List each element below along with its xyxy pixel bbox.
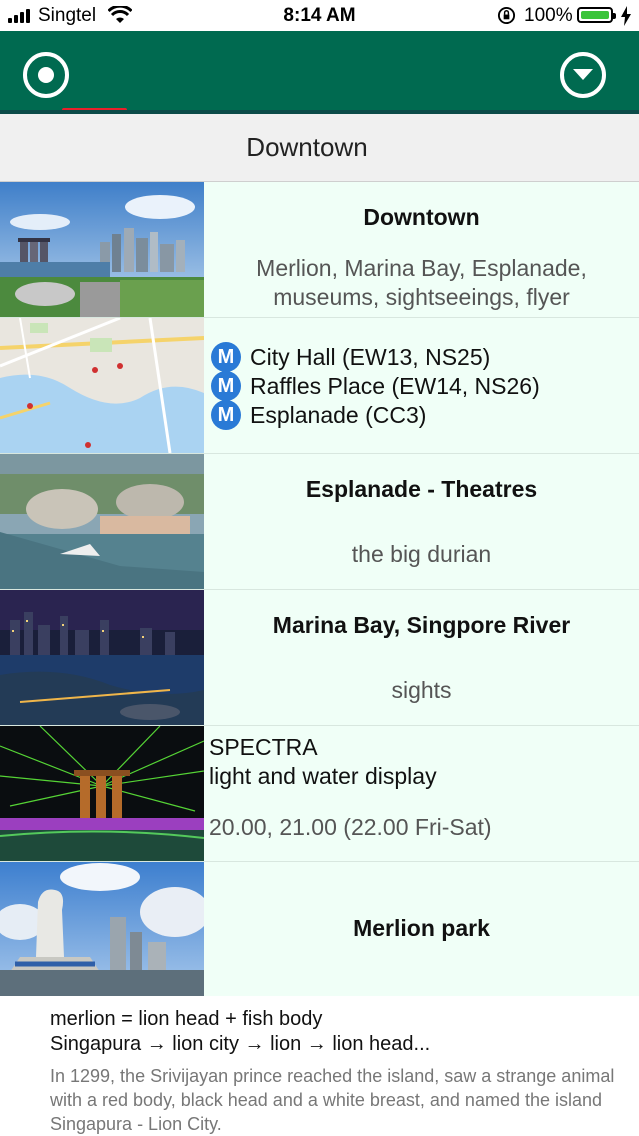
item-title: Merlion park xyxy=(353,915,490,941)
nav-bar xyxy=(0,31,639,114)
item-subtitle: the big durian xyxy=(351,541,492,567)
item-subtitle-line2: museums, sightseeings, flyer xyxy=(273,284,570,310)
item-subtitle: sights xyxy=(391,677,452,703)
list-item-esplanade[interactable]: Esplanade - Theatres the big durian xyxy=(0,454,639,590)
downtown-skyline-photo xyxy=(0,182,204,317)
metro-station-city-hall: M City Hall (EW13, NS25) xyxy=(211,342,490,372)
status-bar: Singtel 8:14 AM 100% xyxy=(0,0,639,31)
metro-icon: M xyxy=(211,400,241,430)
battery-icon xyxy=(577,7,616,23)
list-item-merlion-park[interactable]: Merlion park xyxy=(0,862,639,998)
dropdown-circle-icon[interactable] xyxy=(560,52,606,98)
location-target-icon[interactable] xyxy=(23,52,69,98)
item-title: Esplanade - Theatres xyxy=(305,476,538,502)
charging-bolt-icon xyxy=(621,6,631,26)
description-line2: Singapura → lion city → lion → lion head… xyxy=(50,1033,431,1055)
station-label: City Hall (EW13, NS25) xyxy=(250,343,491,370)
metro-station-raffles-place: M Raffles Place (EW14, NS26) xyxy=(211,371,540,401)
item-title: Downtown xyxy=(363,204,480,230)
merlion-park-photo xyxy=(0,862,204,997)
spectra-times: 20.00, 21.00 (22.00 Fri-Sat) xyxy=(209,814,492,840)
section-title: Downtown xyxy=(246,132,368,162)
battery-percent: 100% xyxy=(524,5,573,26)
list-item-metro-stations[interactable]: M City Hall (EW13, NS25) M Raffles Place… xyxy=(0,318,639,454)
description-line1: merlion = lion head + fish body xyxy=(50,1008,323,1030)
merlion-description: merlion = lion head + fish body Singapur… xyxy=(0,996,639,1136)
esplanade-photo xyxy=(0,454,204,589)
metro-station-esplanade: M Esplanade (CC3) xyxy=(211,400,426,430)
item-subtitle-line1: Merlion, Marina Bay, Esplanade, xyxy=(256,255,587,281)
station-label: Raffles Place (EW14, NS26) xyxy=(250,372,540,399)
station-label: Esplanade (CC3) xyxy=(250,401,427,428)
description-paragraph: In 1299, the Srivijayan prince reached t… xyxy=(50,1066,615,1134)
list-item-marina-bay[interactable]: Marina Bay, Singpore River sights xyxy=(0,590,639,726)
marina-bay-night-photo xyxy=(0,590,204,725)
spectra-title: SPECTRA xyxy=(209,734,318,760)
spectra-subtitle: light and water display xyxy=(209,763,437,789)
item-title: Marina Bay, Singpore River xyxy=(272,612,571,638)
list-item-spectra[interactable]: SPECTRA light and water display 20.00, 2… xyxy=(0,726,639,862)
section-header: Downtown xyxy=(0,114,639,182)
spectra-laser-show-photo xyxy=(0,726,204,861)
metro-icon: M xyxy=(211,371,241,401)
metro-icon: M xyxy=(211,342,241,372)
rotation-lock-icon xyxy=(497,6,516,25)
map-thumbnail xyxy=(0,318,204,453)
list-item-downtown[interactable]: Downtown Merlion, Marina Bay, Esplanade,… xyxy=(0,182,639,318)
